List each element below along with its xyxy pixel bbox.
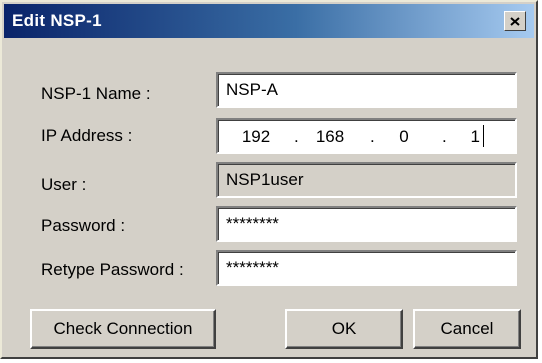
ip-separator: . — [442, 127, 447, 146]
text-caret — [483, 125, 484, 147]
close-icon — [510, 16, 520, 26]
password-field[interactable]: ******** — [216, 206, 517, 242]
ip-octet-3[interactable]: 0 — [384, 127, 424, 147]
retype-password-label: Retype Password : — [41, 260, 184, 279]
retype-password-field[interactable]: ******** — [216, 250, 517, 286]
edit-dialog: Edit NSP-1 NSP-1 Name : NSP-A IP Address… — [0, 0, 538, 359]
user-field: NSP1user — [216, 162, 517, 198]
ip-address-field[interactable]: 192 . 168 . 0 . 1 — [216, 118, 517, 154]
cancel-button[interactable]: Cancel — [413, 309, 521, 349]
user-label: User : — [41, 175, 87, 194]
check-connection-button[interactable]: Check Connection — [30, 309, 216, 349]
name-field[interactable]: NSP-A — [216, 72, 517, 108]
ip-octet-2[interactable]: 168 — [310, 127, 350, 147]
password-label: Password : — [41, 216, 126, 235]
ip-octet-4[interactable]: 1 — [450, 127, 480, 147]
title-bar[interactable]: Edit NSP-1 — [4, 4, 534, 38]
close-button[interactable] — [504, 11, 526, 31]
ip-separator: . — [294, 127, 299, 146]
name-label: NSP-1 Name : — [41, 84, 151, 103]
ok-button[interactable]: OK — [285, 309, 403, 349]
ip-separator: . — [370, 127, 375, 146]
ip-label: IP Address : — [41, 126, 133, 145]
ip-octet-1[interactable]: 192 — [236, 127, 276, 147]
dialog-title: Edit NSP-1 — [12, 11, 102, 30]
